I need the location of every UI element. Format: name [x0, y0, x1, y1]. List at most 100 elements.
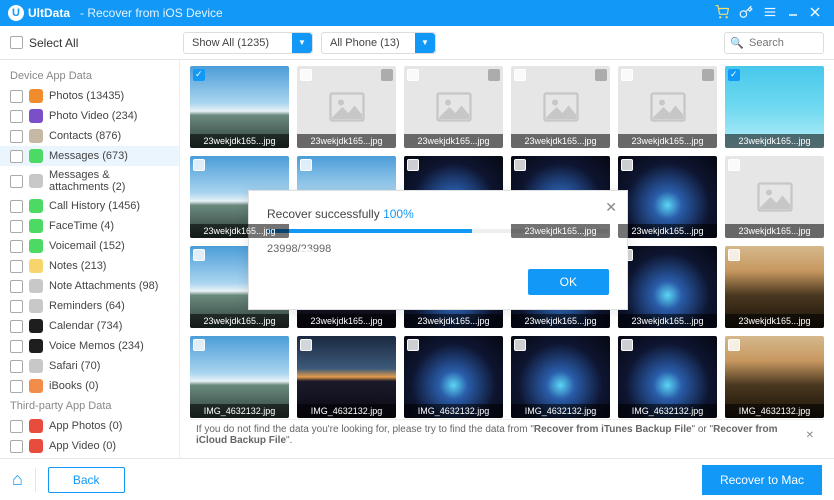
recover-button[interactable]: Recover to Mac: [702, 465, 822, 495]
sidebar-item[interactable]: Messages (673): [0, 146, 179, 166]
thumbnail[interactable]: 23wekjdk165...jpg: [725, 66, 824, 148]
thumbnail[interactable]: 23wekjdk165...jpg: [725, 156, 824, 238]
thumb-checkbox[interactable]: [728, 159, 740, 171]
thumbnail[interactable]: IMG_4632132.jpg: [297, 336, 396, 418]
sidebar-item[interactable]: Voicemail (152): [0, 236, 179, 256]
thumbnail[interactable]: 23wekjdk165...jpg: [190, 66, 289, 148]
thumb-checkbox[interactable]: [193, 159, 205, 171]
sidebar-item[interactable]: Note Attachments (98): [0, 276, 179, 296]
thumb-checkbox[interactable]: [300, 339, 312, 351]
menu-icon[interactable]: [763, 5, 777, 22]
thumbnail[interactable]: IMG_4632132.jpg: [404, 336, 503, 418]
chevron-down-icon[interactable]: ▼: [292, 33, 312, 53]
app-icon: [29, 219, 43, 233]
item-checkbox[interactable]: [10, 260, 23, 273]
close-icon[interactable]: [809, 6, 821, 21]
item-checkbox[interactable]: [10, 420, 23, 433]
thumb-checkbox[interactable]: [193, 339, 205, 351]
back-button[interactable]: Back: [48, 467, 125, 493]
thumbnail[interactable]: IMG_4632132.jpg: [511, 336, 610, 418]
thumb-checkbox[interactable]: [621, 159, 633, 171]
help-link-itunes[interactable]: Recover from iTunes Backup File: [534, 424, 692, 435]
item-checkbox[interactable]: [10, 300, 23, 313]
modal-close-icon[interactable]: ✕: [605, 199, 617, 216]
item-checkbox[interactable]: [10, 360, 23, 373]
sidebar-item[interactable]: Photos (13435): [0, 86, 179, 106]
thumbnail[interactable]: 23wekjdk165...jpg: [618, 156, 717, 238]
app-icon: [29, 439, 43, 453]
sidebar-item[interactable]: iBooks (0): [0, 376, 179, 396]
sidebar-item[interactable]: Call History (1456): [0, 196, 179, 216]
thumbnail[interactable]: IMG_4632132.jpg: [725, 336, 824, 418]
cart-icon[interactable]: [715, 5, 729, 22]
thumbnail[interactable]: 23wekjdk165...jpg: [725, 246, 824, 328]
thumb-caption: IMG_4632132.jpg: [618, 404, 717, 418]
home-icon[interactable]: ⌂: [12, 469, 23, 490]
item-checkbox[interactable]: [10, 340, 23, 353]
thumb-checkbox[interactable]: [300, 159, 312, 171]
item-checkbox[interactable]: [10, 200, 23, 213]
thumb-checkbox[interactable]: [193, 69, 205, 81]
thumb-checkbox[interactable]: [514, 159, 526, 171]
item-checkbox[interactable]: [10, 440, 23, 453]
select-all-checkbox[interactable]: [10, 36, 23, 49]
sidebar: Device App Data Photos (13435)Photo Vide…: [0, 60, 180, 458]
sidebar-item[interactable]: FaceTime (4): [0, 216, 179, 236]
thumb-checkbox[interactable]: [621, 69, 633, 81]
key-icon[interactable]: [739, 5, 753, 22]
thumb-checkbox[interactable]: [407, 159, 419, 171]
chevron-down-icon[interactable]: ▼: [415, 33, 435, 53]
thumb-checkbox[interactable]: [407, 249, 419, 261]
sidebar-item[interactable]: Reminders (64): [0, 296, 179, 316]
item-checkbox[interactable]: [10, 320, 23, 333]
sidebar-item[interactable]: Messages & attachments (2): [0, 166, 179, 196]
sidebar-item[interactable]: Safari (70): [0, 356, 179, 376]
thumb-checkbox[interactable]: [514, 249, 526, 261]
thumbnail[interactable]: 23wekjdk165...jpg: [511, 66, 610, 148]
sidebar-item[interactable]: Notes (213): [0, 256, 179, 276]
thumb-checkbox[interactable]: [728, 249, 740, 261]
thumbnail[interactable]: 23wekjdk165...jpg: [404, 66, 503, 148]
sidebar-item[interactable]: Contacts (876): [0, 126, 179, 146]
item-checkbox[interactable]: [10, 175, 23, 188]
sidebar-item[interactable]: App Photos (0): [0, 416, 179, 436]
item-checkbox[interactable]: [10, 90, 23, 103]
thumb-checkbox[interactable]: [514, 69, 526, 81]
thumb-checkbox[interactable]: [728, 69, 740, 81]
filter-type-dropdown[interactable]: Show All (1235) ▼: [183, 32, 313, 54]
ok-button[interactable]: OK: [528, 269, 609, 295]
select-all[interactable]: Select All: [10, 36, 175, 50]
thumbnail[interactable]: 23wekjdk165...jpg: [618, 246, 717, 328]
thumb-checkbox[interactable]: [621, 339, 633, 351]
thumbnail[interactable]: 23wekjdk165...jpg: [618, 66, 717, 148]
filter-device-dropdown[interactable]: All Phone (13) ▼: [321, 32, 436, 54]
help-close-icon[interactable]: ✕: [802, 430, 818, 441]
thumb-checkbox[interactable]: [514, 339, 526, 351]
sidebar-item[interactable]: Photo Video (234): [0, 106, 179, 126]
thumb-checkbox[interactable]: [621, 249, 633, 261]
thumb-caption: 23wekjdk165...jpg: [725, 314, 824, 328]
item-checkbox[interactable]: [10, 380, 23, 393]
item-checkbox[interactable]: [10, 130, 23, 143]
search-icon: 🔍: [730, 36, 744, 49]
sidebar-item[interactable]: Voice Memos (234): [0, 336, 179, 356]
thumb-checkbox[interactable]: [407, 339, 419, 351]
thumb-checkbox[interactable]: [300, 69, 312, 81]
thumb-checkbox[interactable]: [300, 249, 312, 261]
item-checkbox[interactable]: [10, 280, 23, 293]
item-checkbox[interactable]: [10, 220, 23, 233]
minimize-icon[interactable]: [787, 6, 799, 21]
item-checkbox[interactable]: [10, 240, 23, 253]
thumbnail[interactable]: 23wekjdk165...jpg: [297, 66, 396, 148]
thumbnail[interactable]: IMG_4632132.jpg: [190, 336, 289, 418]
item-checkbox[interactable]: [10, 150, 23, 163]
thumb-checkbox[interactable]: [728, 339, 740, 351]
footer: ⌂ Back Recover to Mac: [0, 458, 834, 500]
thumb-caption: IMG_4632132.jpg: [190, 404, 289, 418]
thumb-checkbox[interactable]: [193, 249, 205, 261]
item-checkbox[interactable]: [10, 110, 23, 123]
thumbnail[interactable]: IMG_4632132.jpg: [618, 336, 717, 418]
sidebar-item[interactable]: Calendar (734): [0, 316, 179, 336]
sidebar-item[interactable]: App Video (0): [0, 436, 179, 456]
thumb-checkbox[interactable]: [407, 69, 419, 81]
